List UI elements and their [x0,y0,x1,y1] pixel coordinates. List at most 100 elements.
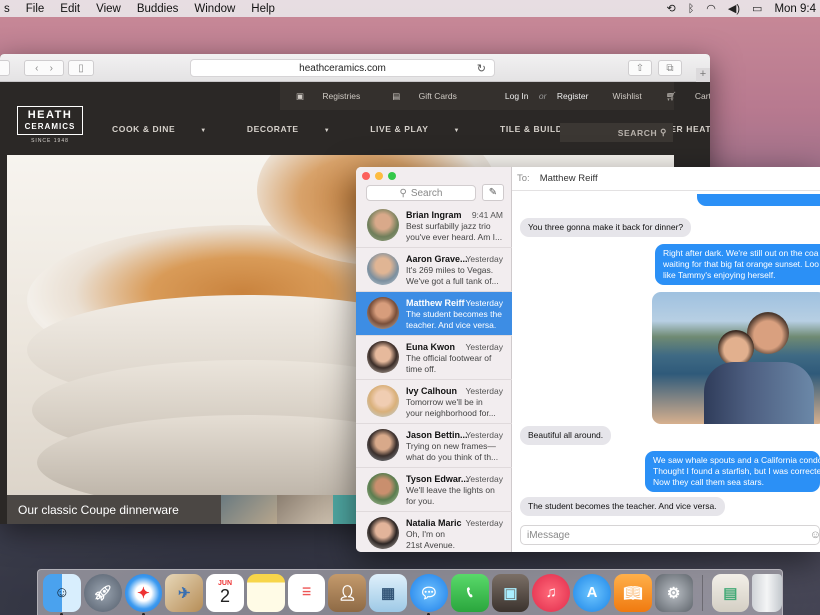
app-store-icon[interactable]: A [573,573,611,612]
sent-bubble[interactable]: We saw whale spouts and a California con… [645,451,820,492]
conversation-item[interactable]: Ivy Calhoun Yesterday Tomorrow we'll be … [356,380,512,424]
launchpad-icon[interactable]: 🚀︎ [83,573,122,612]
compose-button[interactable]: ✎ [482,184,504,201]
sent-bubble[interactable]: Right after dark. We're still out on the… [655,244,820,285]
heath-search[interactable]: SEARCH ⚲ [560,123,673,142]
hero-caption[interactable]: Our classic Coupe dinnerware [7,495,221,524]
received-bubble[interactable]: Beautiful all around. [520,426,612,445]
time-machine-icon[interactable]: ⟲ [666,2,675,15]
messages-icon[interactable]: 💬︎ [410,573,448,615]
conversation-item[interactable]: Brian Ingram 9:41 AM Best surfabilly jaz… [356,204,512,248]
menu-window[interactable]: Window [186,3,243,15]
menu-view[interactable]: View [88,3,129,15]
nav-live-play[interactable]: LIVE & PLAY ▼ [370,124,480,134]
nav-decorate[interactable]: DECORATE ▼ [247,124,350,134]
conversation-item-selected[interactable]: Matthew Reiff Yesterday The student beco… [356,292,512,336]
emoji-icon[interactable]: ☺ [810,529,820,541]
carousel-thumb[interactable] [277,495,333,524]
close-icon[interactable] [362,172,370,180]
conversation-preview: Tomorrow we'll be in your neighborhood f… [406,397,496,418]
minimize-icon[interactable] [375,172,383,180]
wishlist-link[interactable]: Wishlist [604,91,649,101]
conversation-name: Jason Bettin... [406,430,468,440]
reminders-icon[interactable]: ☰ [287,573,326,612]
menu-bar: s File Edit View Buddies Window Help ⟲ ᛒ… [0,0,820,17]
back-icon[interactable]: ‹ [35,63,38,74]
conversation-item[interactable]: Tyson Edwar... Yesterday We'll leave the… [356,468,512,512]
contacts-icon[interactable]: 👤︎ [328,573,367,612]
conversation-name: Aaron Grave... [406,254,468,264]
preview-icon[interactable]: ▦ [369,573,408,612]
conversation-preview: Trying on new frames— what do you think … [406,441,499,462]
bluetooth-icon[interactable]: ᛒ [688,3,695,15]
share-button[interactable]: ⇧ [628,60,652,76]
conversation-name: Natalia Maric [406,518,462,528]
login-register[interactable]: Log In or Register [489,91,605,101]
menu-help[interactable]: Help [243,3,283,15]
share-icon: ⇧ [635,62,645,74]
sidebar-toggle-button[interactable]: ▯ [68,60,94,76]
nav-cook-dine[interactable]: COOK & DINE ▼ [112,124,227,134]
safari-icon[interactable]: ✦ [124,573,163,615]
wifi-icon[interactable]: ◠ [706,2,716,15]
url-text: heathceramics.com [299,62,386,74]
system-preferences-icon[interactable]: ⚙ [654,573,693,612]
conversation-name: Ivy Calhoun [406,386,458,396]
trash-icon[interactable] [752,573,783,612]
conversation-name: Matthew Reiff [406,298,465,308]
received-bubble[interactable]: You three gonna make it back for dinner? [520,218,692,237]
avatar [367,297,399,329]
traffic-light-partial[interactable] [0,60,10,76]
zoom-icon[interactable] [388,172,396,180]
conversation-item[interactable]: Jason Bettin... Yesterday Trying on new … [356,424,512,468]
forward-icon[interactable]: › [50,63,53,74]
menu-buddies[interactable]: Buddies [129,3,187,15]
conversation-preview: Best surfabilly jazz trio you've ever he… [406,221,503,242]
ibooks-icon[interactable]: 📖︎ [613,573,652,612]
conversation-pane: To: Matthew Reiff You three gonna make i… [512,167,820,552]
battery-icon[interactable]: ▭ [752,2,762,15]
tabs-button[interactable]: ⧉ [658,60,682,76]
gift-cards-link[interactable]: ▤ Gift Cards [376,91,473,102]
volume-icon[interactable]: ◀) [728,2,740,15]
tabs-icon: ⧉ [666,62,674,74]
cart-link[interactable]: 🛒︎ Cart: 0 [650,91,710,102]
conversation-time: Yesterday [465,518,504,528]
heath-topnav: ▣ Registries ▤ Gift Cards Log In or Regi… [280,82,710,110]
photo-booth-icon[interactable]: ▣ [491,573,530,612]
avatar [367,473,399,505]
conversation-name: Brian Ingram [406,210,462,220]
avatar [367,341,399,373]
notes-icon[interactable] [246,573,285,612]
finder-icon[interactable]: ☺ [43,573,81,615]
conversation-item[interactable]: Natalia Maric Yesterday Oh, I'm on 21st … [356,512,512,552]
messages-search-input[interactable]: ⚲ Search [366,185,476,201]
carousel-thumb[interactable] [333,495,357,524]
reload-icon[interactable]: ↻ [477,62,486,75]
facetime-icon[interactable]: 📞︎ [450,573,489,612]
documents-stack-icon[interactable]: ▤ [711,573,750,612]
apple-menu[interactable]: s [0,3,18,15]
menu-clock[interactable]: Mon 9:4 [774,3,816,15]
photo-attachment[interactable] [652,292,820,424]
received-bubble[interactable]: The student becomes the teacher. And vic… [520,497,725,516]
sidebar-icon: ▯ [78,62,84,74]
messages-sidebar: ⚲ Search ✎ Brian Ingram 9:41 AM Best sur… [356,167,512,552]
recipient-name: Matthew Reiff [539,173,598,184]
conversation-item[interactable]: Euna Kwon Yesterday The official footwea… [356,336,512,380]
new-tab-button[interactable]: + [696,68,710,82]
imessage-input[interactable]: iMessage ☺ [520,525,820,545]
calendar-icon[interactable]: JUN 2 [206,573,244,612]
heath-logo[interactable]: HEATH CERAMICS [17,106,83,135]
address-bar[interactable]: heathceramics.com ↻ [190,59,495,77]
registries-link[interactable]: ▣ Registries [280,91,376,102]
back-forward-buttons[interactable]: ‹ › [24,60,64,76]
menu-edit[interactable]: Edit [52,3,88,15]
mail-icon[interactable]: ✈ [165,573,204,612]
recipient-bar[interactable]: To: Matthew Reiff [512,167,820,191]
carousel-thumb[interactable] [221,495,277,524]
menu-file[interactable]: File [18,3,53,15]
conversation-preview: It's 269 miles to Vegas. We've got a ful… [406,265,499,286]
conversation-item[interactable]: Aaron Grave... Yesterday It's 269 miles … [356,248,512,292]
itunes-icon[interactable]: ♫ [532,573,571,612]
